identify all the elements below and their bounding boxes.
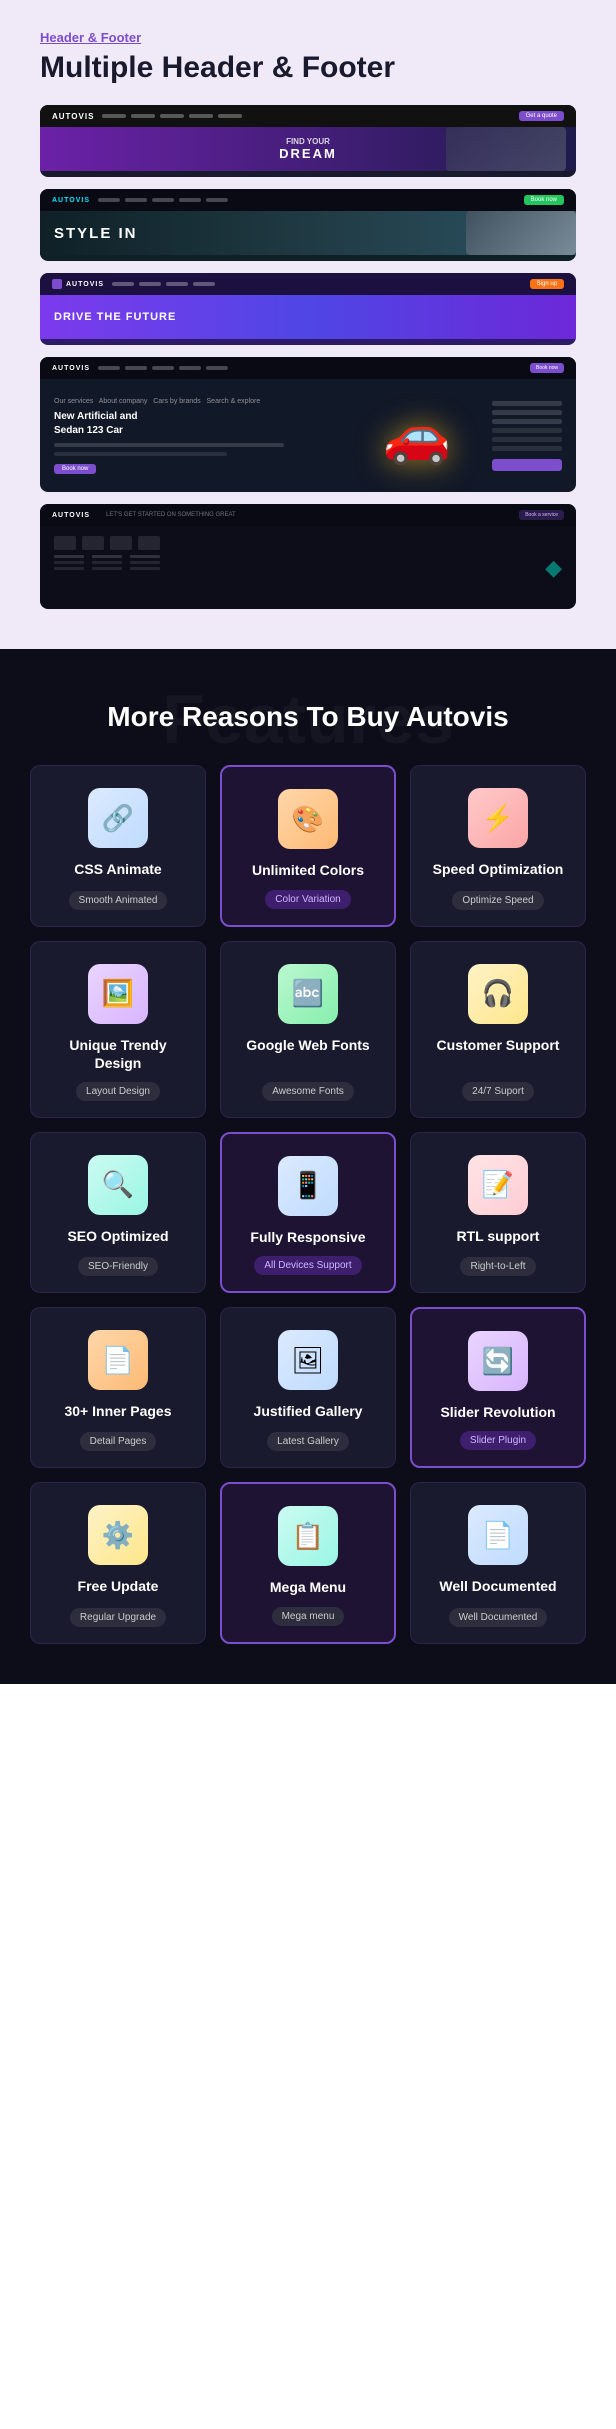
mockup-dark: AUTOVIS Get a quote FIND YOUR DREAM [40,105,576,177]
feature-name: Customer Support [437,1036,560,1054]
feature-icon: 🎧 [468,964,528,1024]
feature-name: Google Web Fonts [246,1036,369,1054]
feature-card-speed-optimization: ⚡ Speed Optimization Optimize Speed [410,765,586,926]
feature-name: Speed Optimization [433,860,564,878]
feature-icon: 🔍 [88,1155,148,1215]
section-subtitle: Header & Footer [40,30,576,45]
feature-name: Free Update [78,1577,159,1595]
feature-name: Unique Trendy Design [45,1036,191,1072]
feature-icon: 📝 [468,1155,528,1215]
feature-icon: 🖼 [278,1330,338,1390]
feature-card-google-web-fonts: 🔤 Google Web Fonts Awesome Fonts [220,941,396,1118]
feature-icon: 📋 [278,1506,338,1566]
features-title: More Reasons To Buy Autovis [30,699,586,735]
feature-card-customer-support: 🎧 Customer Support 24/7 Suport [410,941,586,1118]
nav-btn[interactable]: Get a quote [519,111,564,121]
features-grid: 🔗 CSS Animate Smooth Animated 🎨 Unlimite… [30,765,586,1643]
feature-card-css-animate: 🔗 CSS Animate Smooth Animated [30,765,206,926]
car-btn[interactable]: Book now [54,464,96,474]
features-section: Features More Reasons To Buy Autovis 🔗 C… [0,649,616,1684]
feature-card-free-update: ⚙️ Free Update Regular Upgrade [30,1482,206,1643]
feature-icon: 📄 [88,1330,148,1390]
feature-badge: Detail Pages [80,1432,157,1451]
nav-btn4[interactable]: Book now [530,363,564,373]
feature-badge: Right-to-Left [460,1257,535,1276]
mockup-teal: AUTOVIS Book now STYLE IN [40,189,576,261]
feature-name: CSS Animate [74,860,161,878]
feature-name: SEO Optimized [67,1227,168,1245]
feature-badge: Awesome Fonts [262,1082,354,1101]
feature-badge: 24/7 Suport [462,1082,534,1101]
feature-name: Slider Revolution [440,1403,555,1421]
feature-badge: Regular Upgrade [70,1608,166,1627]
header-footer-section: Header & Footer Multiple Header & Footer… [0,0,616,649]
feature-name: Fully Responsive [250,1228,365,1246]
mockup-purple: AUTOVIS Sign up DRIVE THE FUTURE [40,273,576,345]
feature-card-unlimited-colors: 🎨 Unlimited Colors Color Variation [220,765,396,926]
feature-badge: Slider Plugin [460,1431,536,1450]
feature-name: Well Documented [439,1577,556,1595]
feature-name: RTL support [457,1227,540,1245]
features-header: Features More Reasons To Buy Autovis [30,699,586,735]
feature-card-slider-revolution: 🔄 Slider Revolution Slider Plugin [410,1307,586,1468]
feature-card-justified-gallery: 🖼 Justified Gallery Latest Gallery [220,1307,396,1468]
feature-badge: Layout Design [76,1082,160,1101]
mockup-car-feature: AUTOVIS Book now Our services About comp… [40,357,576,492]
feature-icon: 🔄 [468,1331,528,1391]
feature-badge: SEO-Friendly [78,1257,158,1276]
feature-badge: Mega menu [272,1607,345,1626]
feature-icon: ⚙️ [88,1505,148,1565]
feature-badge: All Devices Support [254,1256,361,1275]
feature-card-seo-optimized: 🔍 SEO Optimized SEO-Friendly [30,1132,206,1293]
feature-icon: 🎨 [278,789,338,849]
feature-name: Mega Menu [270,1578,346,1596]
feature-name: Unlimited Colors [252,861,364,879]
nav-btn3[interactable]: Sign up [530,279,564,289]
feature-icon: ⚡ [468,788,528,848]
feature-icon: 🖼️ [88,964,148,1024]
feature-badge: Well Documented [449,1608,548,1627]
feature-icon: 🔗 [88,788,148,848]
feature-badge: Smooth Animated [69,891,168,910]
feature-card-well-documented: 📄 Well Documented Well Documented [410,1482,586,1643]
feature-card-30+-inner-pages: 📄 30+ Inner Pages Detail Pages [30,1307,206,1468]
mockup-footer: AUTOVIS LET'S GET STARTED ON SOMETHING G… [40,504,576,609]
feature-name: Justified Gallery [254,1402,363,1420]
footer-nav-btn[interactable]: Book a service [519,510,564,520]
feature-name: 30+ Inner Pages [64,1402,171,1420]
feature-icon: 📄 [468,1505,528,1565]
feature-icon: 📱 [278,1156,338,1216]
section-title: Multiple Header & Footer [40,51,576,85]
feature-card-fully-responsive: 📱 Fully Responsive All Devices Support [220,1132,396,1293]
feature-card-unique-trendy-design: 🖼️ Unique Trendy Design Layout Design [30,941,206,1118]
nav-btn2[interactable]: Book now [524,195,564,205]
header-mockups: AUTOVIS Get a quote FIND YOUR DREAM [40,105,576,609]
feature-badge: Latest Gallery [267,1432,349,1451]
feature-badge: Optimize Speed [452,891,543,910]
brand-logo: AUTOVIS [52,112,94,121]
feature-card-rtl-support: 📝 RTL support Right-to-Left [410,1132,586,1293]
feature-badge: Color Variation [265,890,350,909]
feature-icon: 🔤 [278,964,338,1024]
feature-card-mega-menu: 📋 Mega Menu Mega menu [220,1482,396,1643]
